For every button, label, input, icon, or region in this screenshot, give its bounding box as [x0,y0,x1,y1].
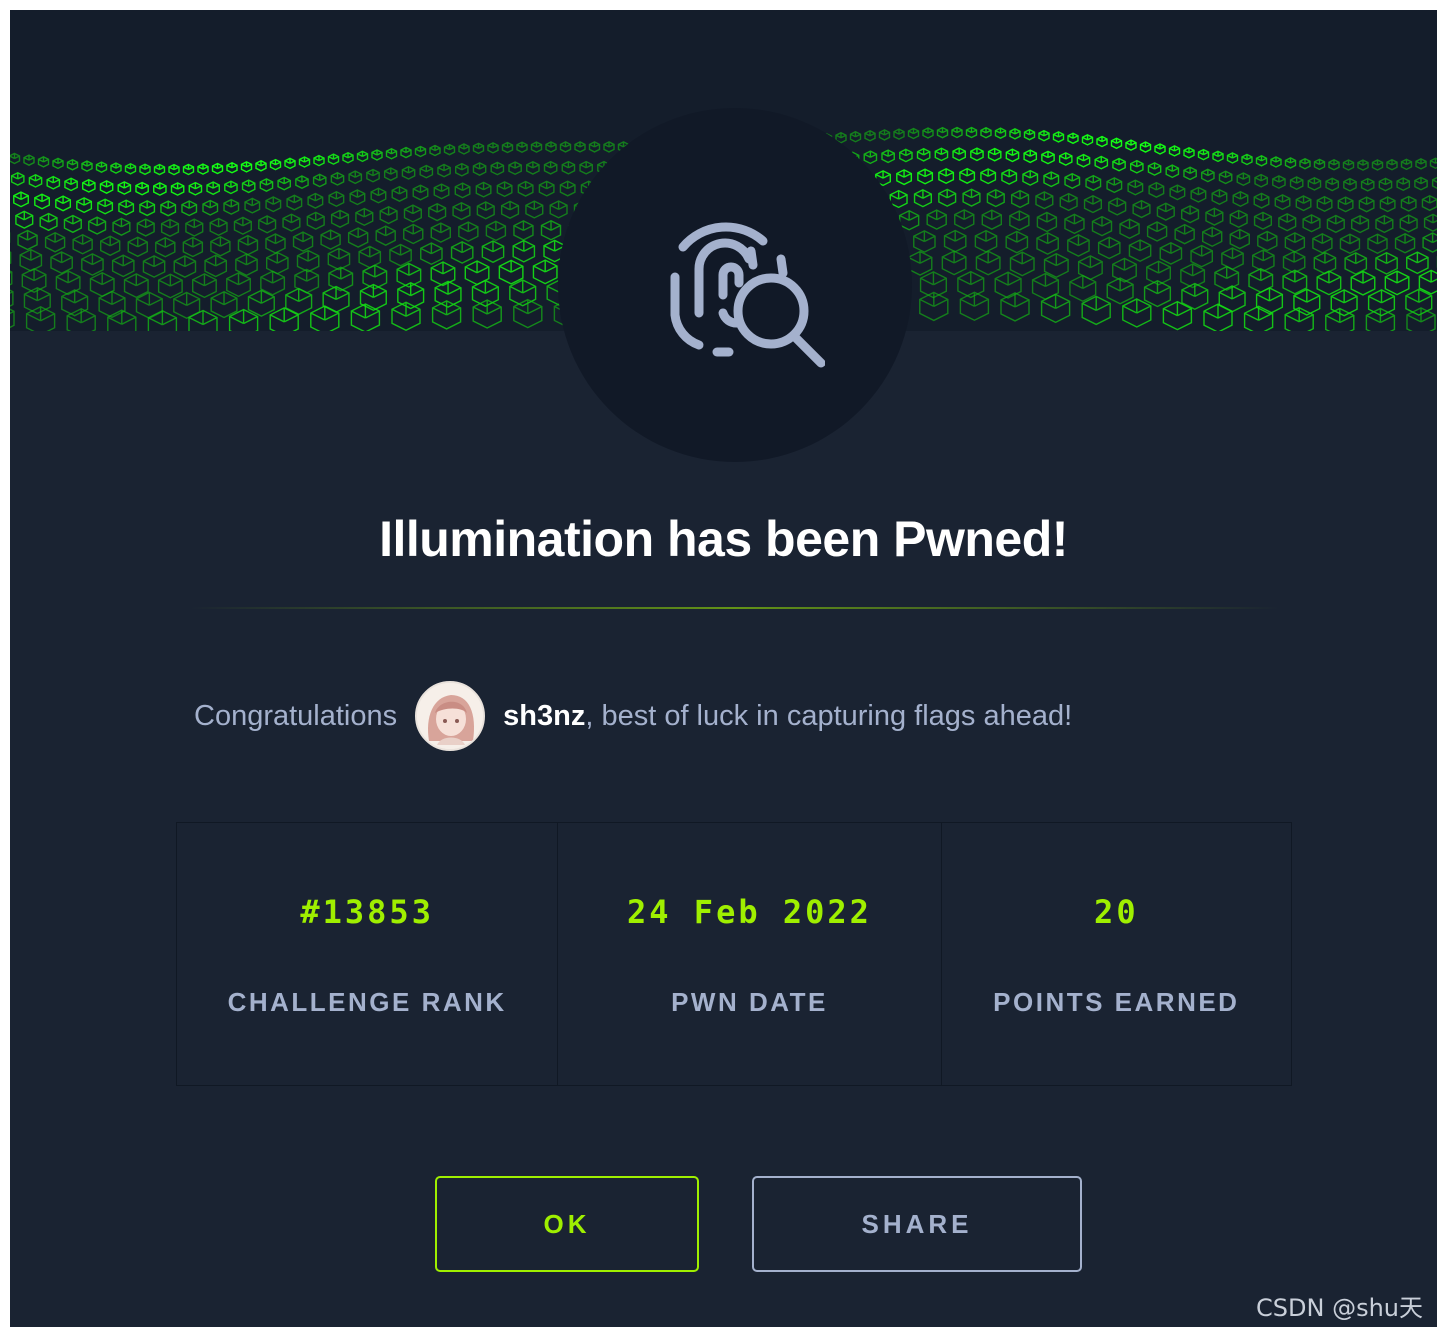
stat-value: 24 Feb 2022 [627,893,872,931]
stat-value: #13853 [300,893,434,931]
stat-points-earned: 20 POINTS EARNED [942,823,1291,1085]
share-button[interactable]: SHARE [752,1176,1082,1272]
watermark-text: CSDN @shu天 [1256,1294,1423,1322]
stat-challenge-rank: #13853 CHALLENGE RANK [177,823,559,1085]
user-avatar [415,681,486,751]
pwned-dialog: Illumination has been Pwned! Congratulat… [10,10,1437,1327]
stat-value: 20 [1094,893,1139,931]
challenge-badge [558,108,912,462]
username[interactable]: sh3nz [503,700,585,733]
stat-label: POINTS EARNED [993,987,1240,1017]
congratulations-message: Congratulations sh3nz , best of luck in … [194,678,1072,754]
stats-panel: #13853 CHALLENGE RANK 24 Feb 2022 PWN DA… [176,822,1292,1086]
congrats-prefix: Congratulations [194,699,398,732]
ok-button[interactable]: OK [435,1176,699,1272]
dialog-title: Illumination has been Pwned! [379,511,1068,567]
stat-pwn-date: 24 Feb 2022 PWN DATE [558,823,942,1085]
congrats-suffix: , best of luck in capturing flags ahead! [585,699,1073,732]
title-divider [190,607,1280,609]
fingerprint-search-icon [670,222,825,368]
avatar-illustration [417,683,484,749]
stat-label: PWN DATE [671,987,828,1017]
stat-label: CHALLENGE RANK [227,987,507,1017]
